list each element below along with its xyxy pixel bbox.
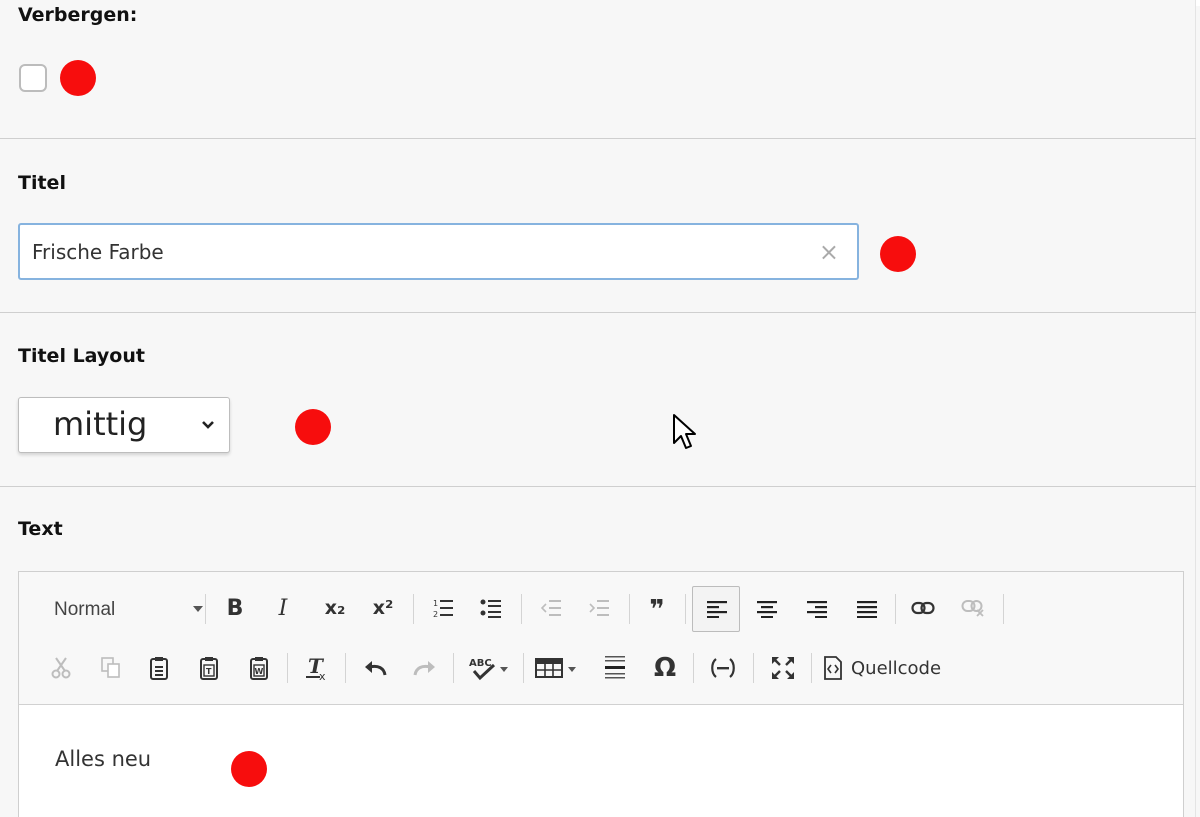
chevron-down-icon <box>202 421 214 429</box>
italic-icon[interactable]: I <box>265 586 301 630</box>
special-char-icon[interactable]: Ω <box>645 646 685 690</box>
source-button[interactable]: Quellcode <box>823 646 963 690</box>
paste-text-icon[interactable]: T <box>189 646 229 690</box>
toolbar-separator <box>685 594 686 624</box>
blockquote-icon[interactable]: ❞ <box>637 588 677 632</box>
remove-format-icon[interactable]: Tx <box>297 646 337 690</box>
title-input[interactable]: Frische Farbe × <box>18 223 859 280</box>
mouse-cursor-icon <box>673 414 696 449</box>
toolbar-separator <box>521 594 522 624</box>
cut-icon[interactable] <box>41 646 81 690</box>
source-label: Quellcode <box>851 657 942 679</box>
title-layout-label: Titel Layout <box>18 345 145 367</box>
marker-dot <box>295 409 331 445</box>
svg-text:ABC: ABC <box>469 658 492 669</box>
superscript-icon[interactable]: x² <box>363 586 403 630</box>
title-input-value: Frische Farbe <box>32 240 164 264</box>
justify-icon[interactable] <box>847 587 887 631</box>
toolbar-separator <box>753 653 754 683</box>
bullet-list-icon[interactable] <box>471 586 511 630</box>
toolbar-separator <box>1003 594 1004 624</box>
format-select-value: Normal <box>54 599 116 620</box>
toolbar-separator <box>811 653 812 683</box>
divider <box>0 138 1196 139</box>
toolbar-separator <box>693 653 694 683</box>
spellcheck-icon[interactable]: ABC <box>463 646 515 690</box>
divider <box>0 312 1196 313</box>
indent-icon[interactable] <box>579 586 619 630</box>
table-icon[interactable] <box>531 646 583 690</box>
rich-text-editor: Normal B I x₂ x² 12 ❞ T W T x ABC Ω Quel… <box>18 571 1184 817</box>
toolbar-separator <box>453 653 454 683</box>
toolbar-separator <box>205 594 206 624</box>
divider <box>0 486 1196 487</box>
non-breaking-space-icon[interactable] <box>703 646 743 690</box>
marker-dot <box>880 236 916 272</box>
marker-dot <box>231 751 267 787</box>
maximize-icon[interactable] <box>763 646 803 690</box>
bold-icon[interactable]: B <box>217 586 253 630</box>
paste-icon[interactable] <box>139 646 179 690</box>
align-left-icon[interactable] <box>697 587 737 631</box>
numbered-list-icon[interactable]: 12 <box>423 586 463 630</box>
copy-icon[interactable] <box>91 646 131 690</box>
clear-icon[interactable]: × <box>819 238 839 266</box>
subscript-icon[interactable]: x₂ <box>315 586 355 630</box>
svg-text:T: T <box>206 667 212 676</box>
editor-content[interactable]: Alles neu <box>55 747 151 771</box>
title-layout-value: mittig <box>53 405 148 443</box>
svg-text:2: 2 <box>433 610 438 619</box>
text-label: Text <box>18 518 63 540</box>
horizontal-line-icon[interactable] <box>595 646 635 690</box>
toolbar-separator <box>523 653 524 683</box>
title-layout-select[interactable]: mittig <box>18 397 230 453</box>
svg-text:x: x <box>319 670 326 681</box>
toolbar-separator <box>345 653 346 683</box>
marker-dot <box>60 60 96 96</box>
link-icon[interactable] <box>903 586 943 630</box>
align-center-icon[interactable] <box>747 587 787 631</box>
outdent-icon[interactable] <box>531 586 571 630</box>
toolbar-separator <box>629 594 630 624</box>
hide-label: Verbergen: <box>18 4 138 26</box>
form-area: Verbergen: Titel Frische Farbe × Titel L… <box>0 0 1196 817</box>
format-select[interactable]: Normal <box>43 588 203 632</box>
undo-icon[interactable] <box>355 646 395 690</box>
unlink-icon[interactable] <box>953 586 993 630</box>
svg-text:1: 1 <box>433 599 438 608</box>
redo-icon[interactable] <box>405 646 445 690</box>
editor-toolbar: Normal B I x₂ x² 12 ❞ T W T x ABC Ω Quel… <box>19 572 1183 705</box>
svg-text:W: W <box>255 667 264 676</box>
toolbar-separator <box>413 594 414 624</box>
caret-down-icon <box>193 606 203 612</box>
hide-checkbox[interactable] <box>19 64 47 92</box>
align-right-icon[interactable] <box>797 587 837 631</box>
title-label: Titel <box>18 172 66 194</box>
toolbar-separator <box>895 594 896 624</box>
source-icon <box>824 656 842 680</box>
toolbar-separator <box>287 653 288 683</box>
paste-word-icon[interactable]: W <box>239 646 279 690</box>
